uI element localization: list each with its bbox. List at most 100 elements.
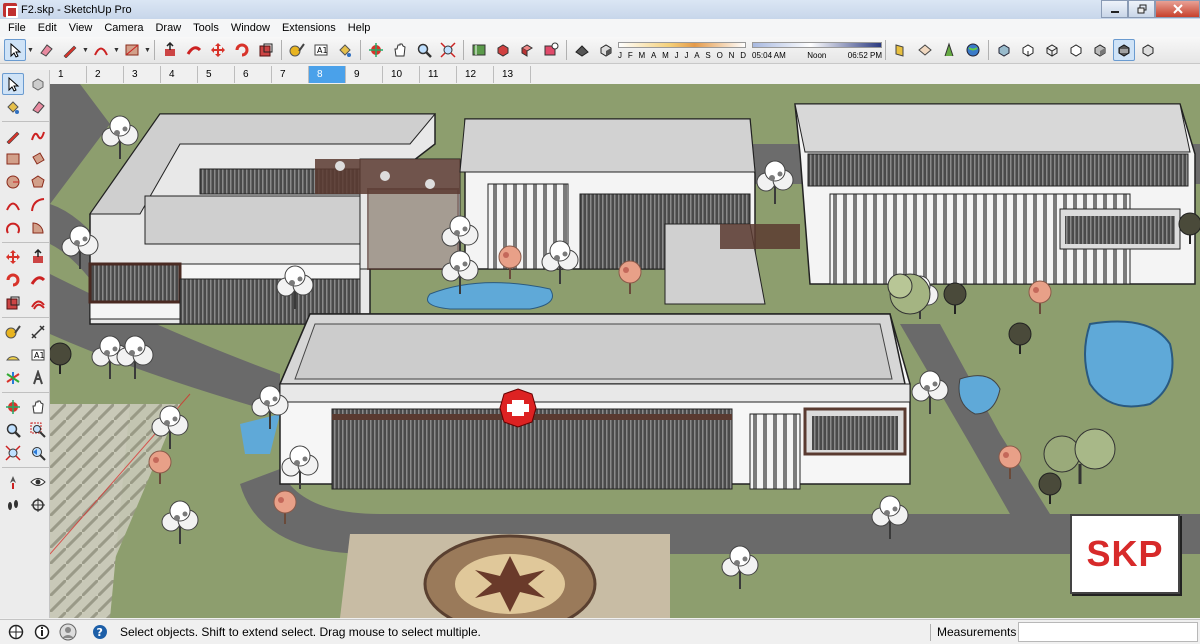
geo-location-status[interactable] [6,622,26,642]
shaded-with-textures-button[interactable] [1113,39,1135,61]
sketchup-app-icon[interactable] [3,2,18,18]
push-pull-button[interactable] [27,246,49,268]
eraser-tool-button[interactable] [27,96,49,118]
axes-tool-button[interactable] [2,367,24,389]
paint-bucket-button[interactable] [2,96,24,118]
hidden-line-style-button[interactable] [1065,39,1087,61]
select-tool-button[interactable] [4,39,26,61]
push-pull-button[interactable] [159,39,181,61]
minimize-button[interactable] [1101,0,1128,18]
move-tool-button[interactable] [207,39,229,61]
shaded-style-button[interactable] [1089,39,1111,61]
orbit-button[interactable] [365,39,387,61]
zoom-window-button[interactable] [27,419,49,441]
previous-view-button[interactable] [27,442,49,464]
scene-tab[interactable]: 1 [50,66,87,83]
warehouse-button[interactable] [468,39,490,61]
follow-me-button[interactable] [27,269,49,291]
two-point-arc-button[interactable] [27,194,49,216]
look-around-button[interactable] [27,471,49,493]
polygon-tool-button[interactable] [27,171,49,193]
eraser-tool-button[interactable] [35,39,57,61]
text-tool-button[interactable]: A1 [310,39,332,61]
scene-tab[interactable]: 7 [272,66,309,83]
tape-measure-button[interactable] [286,39,308,61]
credits-status[interactable] [32,622,52,642]
shadow-settings-button[interactable] [595,39,617,61]
scene-tab[interactable]: 13 [494,66,531,83]
display-section-cuts-button[interactable] [938,39,960,61]
section-plane-button[interactable] [890,39,912,61]
freehand-tool-button[interactable] [27,125,49,147]
xray-style-button[interactable] [993,39,1015,61]
select-tool-button[interactable] [2,73,24,95]
rotated-rectangle-button[interactable] [27,148,49,170]
line-tool-button[interactable] [59,39,81,61]
zoom-button[interactable] [413,39,435,61]
zoom-extents-button[interactable] [437,39,459,61]
protractor-tool-button[interactable] [2,344,24,366]
scene-tab[interactable]: 3 [124,66,161,83]
display-section-button[interactable] [914,39,936,61]
scene-tab[interactable]: 12 [457,66,494,83]
month-slider[interactable]: J F M A M J J A S O N D [618,38,746,62]
instructor-toggle[interactable]: ? [90,622,110,642]
extension-warehouse-button[interactable] [540,39,562,61]
dropdown-arrow-icon[interactable]: ▼ [82,47,89,54]
measurements-input[interactable] [1018,622,1198,642]
pie-tool-button[interactable] [27,217,49,239]
offset-tool-button[interactable] [27,292,49,314]
geo-location-button[interactable] [962,39,984,61]
zoom-button[interactable] [2,419,24,441]
position-camera-button[interactable] [2,471,24,493]
circle-tool-button[interactable] [2,171,24,193]
rectangle-tool-button[interactable] [121,39,143,61]
menu-edit[interactable]: Edit [32,19,63,37]
scene-tab[interactable]: 6 [235,66,272,83]
arc-tool-button[interactable] [90,39,112,61]
monochrome-style-button[interactable] [1137,39,1159,61]
close-button[interactable] [1155,0,1200,18]
pan-button[interactable] [27,396,49,418]
scale-tool-button[interactable] [2,292,24,314]
orbit-button[interactable] [2,396,24,418]
scene-tab[interactable]: 5 [198,66,235,83]
section-plane-button[interactable] [27,494,49,516]
paint-bucket-button[interactable] [334,39,356,61]
menu-extensions[interactable]: Extensions [276,19,342,37]
scene-tab[interactable]: 10 [383,66,420,83]
back-edges-style-button[interactable] [1017,39,1039,61]
line-tool-button[interactable] [2,125,24,147]
scale-tool-button[interactable] [255,39,277,61]
walk-button[interactable] [2,494,24,516]
shadows-toggle-button[interactable] [571,39,593,61]
3d-text-button[interactable] [27,367,49,389]
dimension-tool-button[interactable] [27,321,49,343]
menu-camera[interactable]: Camera [98,19,149,37]
scene-tab[interactable]: 9 [346,66,383,83]
arc-tool-button[interactable] [2,194,24,216]
menu-tools[interactable]: Tools [187,19,225,37]
wireframe-style-button[interactable] [1041,39,1063,61]
menu-help[interactable]: Help [342,19,377,37]
pan-button[interactable] [389,39,411,61]
rectangle-tool-button[interactable] [2,148,24,170]
three-point-arc-button[interactable] [2,217,24,239]
menu-draw[interactable]: Draw [149,19,187,37]
menu-view[interactable]: View [63,19,99,37]
restore-button[interactable] [1128,0,1155,18]
text-tool-button[interactable]: A1 [27,344,49,366]
tape-measure-button[interactable] [2,321,24,343]
move-tool-button[interactable] [2,246,24,268]
share-model-button[interactable] [492,39,514,61]
components-button[interactable] [516,39,538,61]
rotate-tool-button[interactable] [2,269,24,291]
make-component-button[interactable] [27,73,49,95]
menu-file[interactable]: File [2,19,32,37]
time-slider[interactable]: 05:04 AM Noon 06:52 PM [752,38,882,62]
scene-tab[interactable]: 4 [161,66,198,83]
menu-window[interactable]: Window [225,19,276,37]
scene-tab[interactable]: 2 [87,66,124,83]
zoom-extents-button[interactable] [2,442,24,464]
dropdown-arrow-icon[interactable]: ▼ [144,47,151,54]
